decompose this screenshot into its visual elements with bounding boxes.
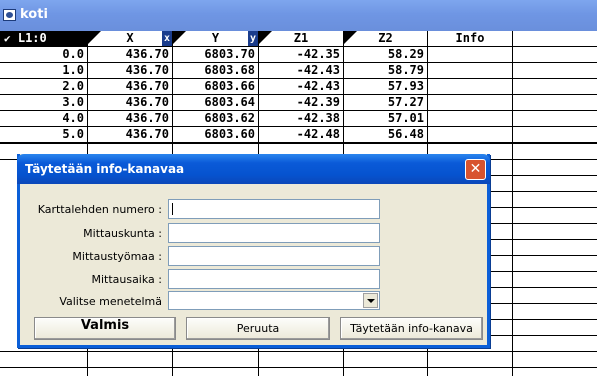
dialog-title: Täytetään info-kanavaa	[25, 162, 185, 176]
field-label: Mittausaika :	[91, 273, 162, 286]
check-icon: ✔	[4, 32, 11, 45]
done-button[interactable]: Valmis	[34, 317, 176, 340]
grid-line	[512, 143, 513, 376]
column-header-z1[interactable]: Z1	[259, 31, 344, 47]
cell-empty	[513, 79, 597, 95]
grid-line	[0, 143, 597, 144]
corner-marker-icon	[88, 31, 101, 44]
cell-empty	[513, 63, 597, 79]
column-header-label: X	[126, 31, 134, 45]
cell-line[interactable]: 1.0	[0, 63, 88, 79]
app-window-icon[interactable]	[3, 9, 16, 21]
corner-marker-icon	[173, 31, 186, 44]
grid-line	[490, 239, 597, 240]
cell-info[interactable]	[428, 79, 513, 95]
column-header-line[interactable]: ✔ L1:0	[0, 31, 88, 47]
corner-marker-icon	[344, 31, 357, 44]
cell-x[interactable]: 436.70	[88, 79, 173, 95]
cell-line[interactable]: 3.0	[0, 95, 88, 111]
cell-y[interactable]: 6803.66	[173, 79, 259, 95]
column-header-label: Z2	[378, 31, 393, 45]
column-header-x[interactable]: X x	[88, 31, 173, 47]
cell-empty	[513, 95, 597, 111]
cell-info[interactable]	[428, 111, 513, 127]
column-header-label: L1:0	[17, 31, 47, 45]
worksite-input[interactable]	[168, 246, 380, 266]
column-header-label: Z1	[293, 31, 309, 45]
measurement-time-input[interactable]	[168, 269, 380, 289]
cell-z2[interactable]: 57.27	[344, 95, 428, 111]
grid-line	[490, 223, 597, 224]
municipality-input[interactable]	[168, 223, 380, 243]
cell-x[interactable]: 436.70	[88, 47, 173, 63]
cell-y[interactable]: 6803.70	[173, 47, 259, 63]
column-header-label: Y	[211, 31, 220, 45]
grid-line	[490, 287, 597, 288]
field-label: Mittaustyömaa :	[72, 250, 162, 263]
cell-y[interactable]: 6803.64	[173, 95, 259, 111]
close-icon[interactable]: ✕	[465, 159, 486, 180]
window-title: koti	[20, 7, 48, 22]
cell-z1[interactable]: -42.35	[259, 47, 344, 63]
grid-line	[0, 351, 597, 352]
cell-z1[interactable]: -42.43	[259, 79, 344, 95]
cell-empty	[513, 47, 597, 63]
chevron-down-icon[interactable]	[363, 293, 378, 308]
grid-line	[490, 207, 597, 208]
cell-z2[interactable]: 58.79	[344, 63, 428, 79]
grid-line	[490, 303, 597, 304]
column-tag-y: y	[248, 31, 258, 46]
cell-empty	[513, 127, 597, 143]
cell-y[interactable]: 6803.60	[173, 127, 259, 143]
grid-line	[490, 271, 597, 272]
cell-z2[interactable]: 57.93	[344, 79, 428, 95]
cell-z2[interactable]: 57.01	[344, 111, 428, 127]
cell-x[interactable]: 436.70	[88, 127, 173, 143]
cell-y[interactable]: 6803.68	[173, 63, 259, 79]
column-tag-x: x	[162, 31, 172, 46]
field-label: Mittauskunta :	[83, 227, 162, 240]
cell-info[interactable]	[428, 95, 513, 111]
cell-info[interactable]	[428, 127, 513, 143]
cell-line[interactable]: 5.0	[0, 127, 88, 143]
grid-line	[490, 191, 597, 192]
fill-info-channel-button[interactable]: Täytetään info-kanava	[340, 317, 483, 340]
cell-x[interactable]: 436.70	[88, 63, 173, 79]
grid-line	[490, 335, 597, 336]
corner-marker-icon	[259, 31, 272, 44]
cell-line[interactable]: 0.0	[0, 47, 88, 63]
field-label: Karttalehden numero :	[37, 203, 162, 216]
grid-line	[0, 367, 597, 368]
cell-x[interactable]: 436.70	[88, 95, 173, 111]
grid-line	[490, 175, 597, 176]
cell-line[interactable]: 4.0	[0, 111, 88, 127]
column-header-label: Info	[455, 31, 485, 45]
column-header-y[interactable]: Y y	[173, 31, 259, 47]
cell-empty	[513, 111, 597, 127]
cancel-button[interactable]: Peruuta	[186, 317, 330, 340]
cell-z2[interactable]: 58.29	[344, 47, 428, 63]
grid-line	[490, 255, 597, 256]
cell-info[interactable]	[428, 47, 513, 63]
cell-x[interactable]: 436.70	[88, 111, 173, 127]
cell-z1[interactable]: -42.43	[259, 63, 344, 79]
cell-z1[interactable]: -42.38	[259, 111, 344, 127]
column-header-empty	[513, 31, 597, 47]
info-channel-dialog[interactable]: Täytetään info-kanavaa ✕ Karttalehden nu…	[17, 154, 490, 348]
method-select[interactable]	[168, 291, 380, 310]
cell-info[interactable]	[428, 63, 513, 79]
map-sheet-number-input[interactable]	[168, 199, 380, 219]
dialog-title-bar[interactable]: Täytetään info-kanavaa ✕	[17, 154, 490, 184]
grid-line	[490, 319, 597, 320]
field-label: Valitse menetelmä	[59, 295, 162, 308]
column-header-info[interactable]: Info	[428, 31, 513, 47]
cell-y[interactable]: 6803.62	[173, 111, 259, 127]
window-title-bar[interactable]: koti	[0, 0, 597, 31]
column-header-z2[interactable]: Z2	[344, 31, 428, 47]
cell-z2[interactable]: 56.48	[344, 127, 428, 143]
cell-line[interactable]: 2.0	[0, 79, 88, 95]
cell-z1[interactable]: -42.48	[259, 127, 344, 143]
cell-z1[interactable]: -42.39	[259, 95, 344, 111]
